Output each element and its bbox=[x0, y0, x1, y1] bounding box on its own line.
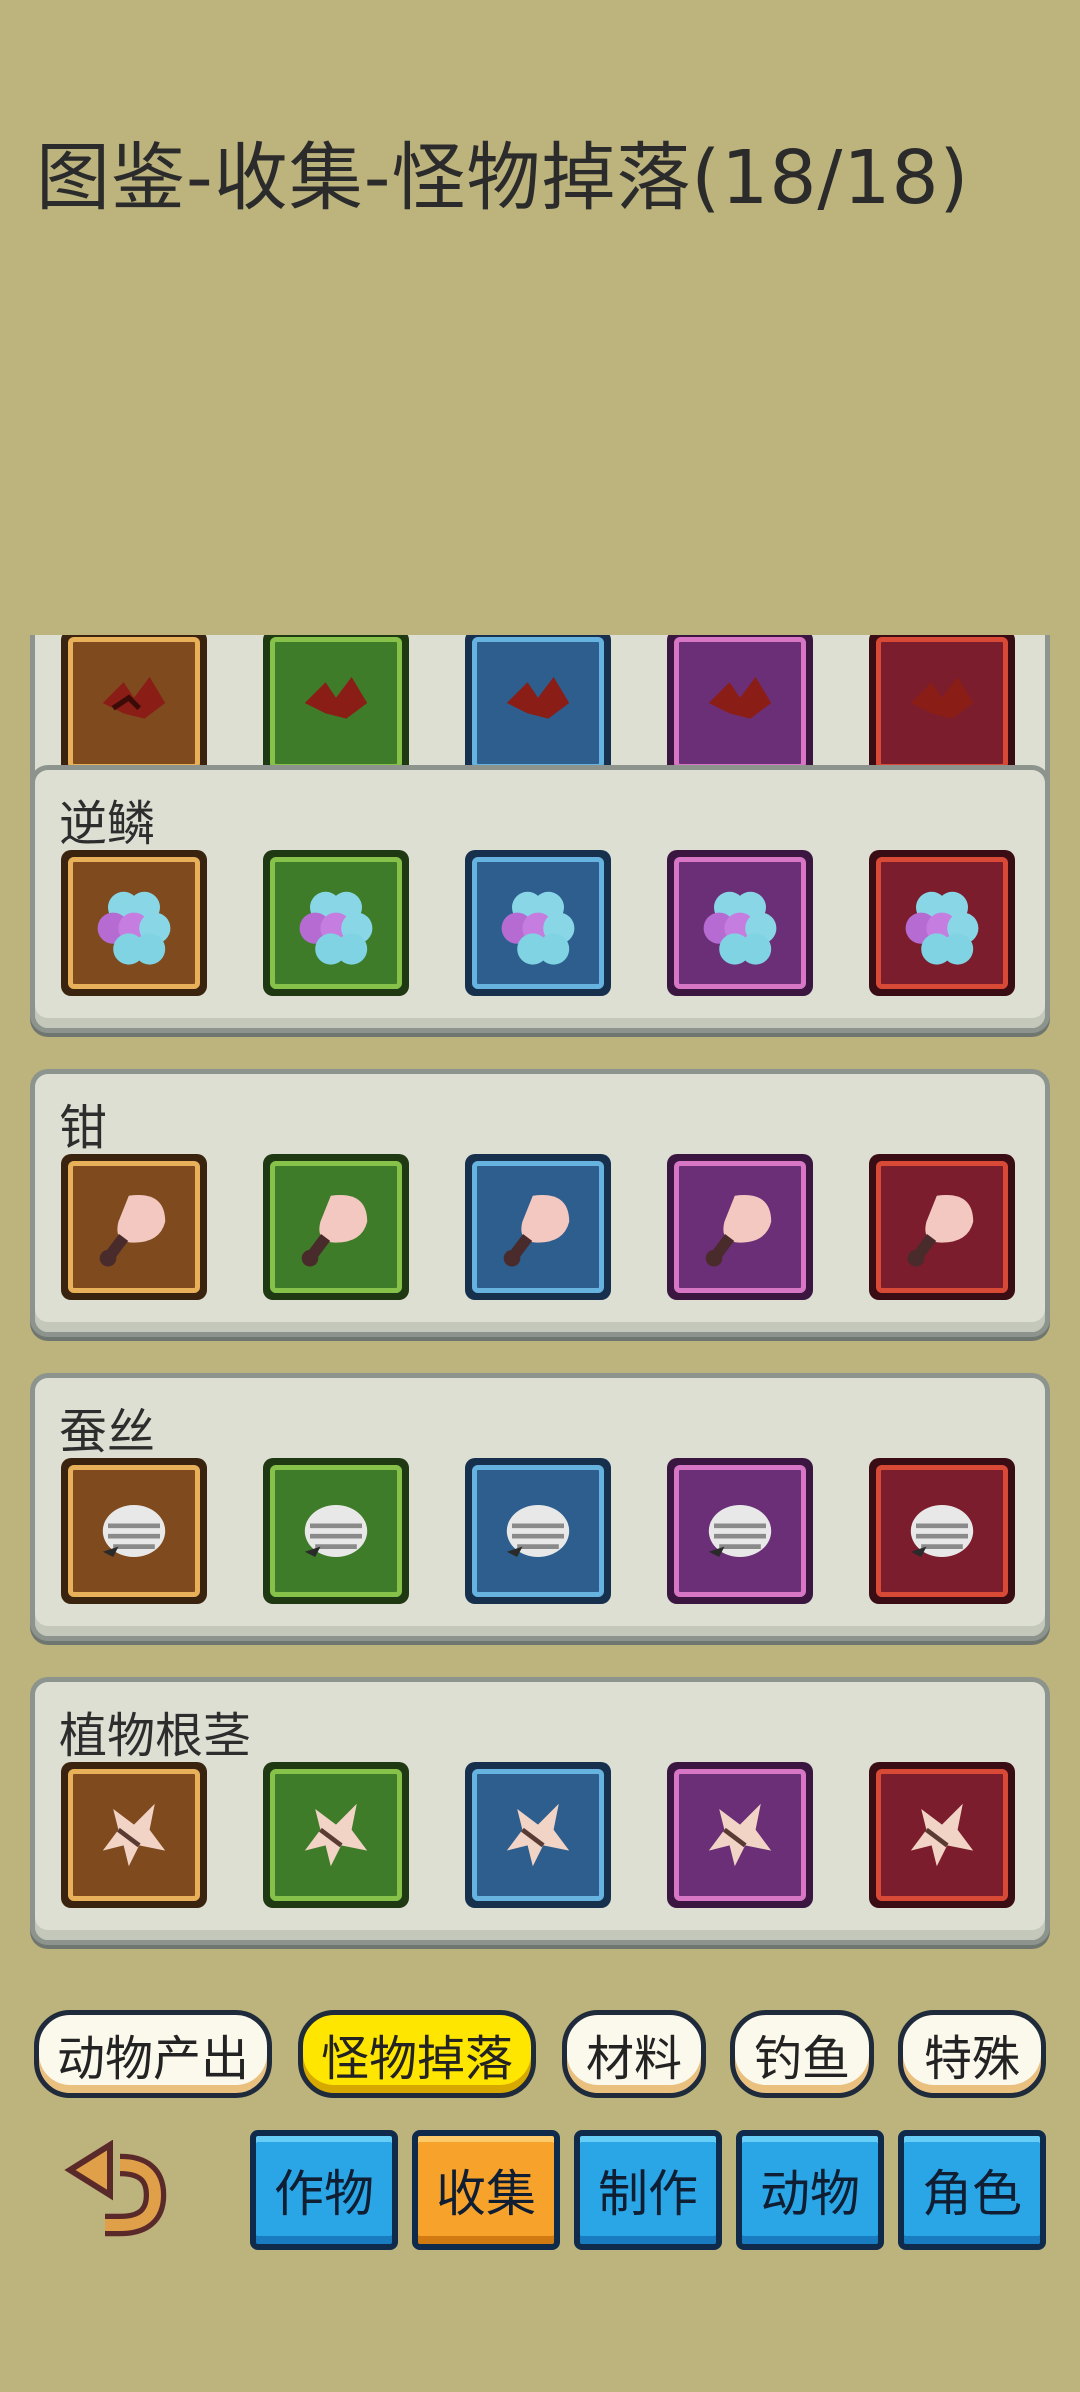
row-label: 钳 bbox=[59, 1100, 108, 1156]
item-slot-purple[interactable] bbox=[667, 635, 813, 776]
collection-row: 植物根茎 bbox=[30, 1677, 1050, 1945]
monster-drop-icon bbox=[68, 637, 200, 769]
nav-collection[interactable]: 收集 bbox=[412, 2130, 560, 2250]
root-icon bbox=[68, 1769, 200, 1901]
monster-drop-icon bbox=[876, 637, 1008, 769]
reverse-scale-icon bbox=[270, 857, 402, 989]
item-slot-blue[interactable] bbox=[465, 635, 611, 776]
item-slot-blue[interactable] bbox=[465, 1154, 611, 1300]
item-slot-red[interactable] bbox=[869, 635, 1015, 776]
item-slot-purple[interactable] bbox=[667, 1762, 813, 1908]
root-icon bbox=[674, 1769, 806, 1901]
nav-characters[interactable]: 角色 bbox=[898, 2130, 1046, 2250]
item-slot-green[interactable] bbox=[263, 850, 409, 996]
subtab-materials[interactable]: 材料 bbox=[562, 2010, 706, 2098]
silk-icon bbox=[68, 1465, 200, 1597]
item-slot-red[interactable] bbox=[869, 1458, 1015, 1604]
item-slot-bronze[interactable] bbox=[61, 1154, 207, 1300]
silk-icon bbox=[472, 1465, 604, 1597]
monster-drop-icon bbox=[674, 637, 806, 769]
collection-row: 逆鳞 bbox=[30, 765, 1050, 1033]
reverse-scale-icon bbox=[472, 857, 604, 989]
monster-drop-icon bbox=[270, 637, 402, 769]
item-slot-red[interactable] bbox=[869, 1762, 1015, 1908]
item-slot-bronze[interactable] bbox=[61, 1458, 207, 1604]
item-slot-purple[interactable] bbox=[667, 1458, 813, 1604]
root-icon bbox=[270, 1769, 402, 1901]
collection-row: 蚕丝 bbox=[30, 1373, 1050, 1641]
root-icon bbox=[472, 1769, 604, 1901]
silk-icon bbox=[674, 1465, 806, 1597]
item-slot-blue[interactable] bbox=[465, 1762, 611, 1908]
item-slot-blue[interactable] bbox=[465, 1458, 611, 1604]
reverse-scale-icon bbox=[674, 857, 806, 989]
item-slot-blue[interactable] bbox=[465, 850, 611, 996]
item-slot-green[interactable] bbox=[263, 1154, 409, 1300]
claw-icon bbox=[68, 1161, 200, 1293]
subtab-fishing[interactable]: 钓鱼 bbox=[730, 2010, 874, 2098]
silk-icon bbox=[876, 1465, 1008, 1597]
item-slot-bronze[interactable] bbox=[61, 635, 207, 776]
back-arrow-icon bbox=[64, 2139, 167, 2237]
root-icon bbox=[876, 1769, 1008, 1901]
item-slot-purple[interactable] bbox=[667, 850, 813, 996]
page-title: 图鉴-收集-怪物掉落(18/18) bbox=[36, 135, 970, 221]
monster-drop-icon bbox=[472, 637, 604, 769]
item-slot-bronze[interactable] bbox=[61, 1762, 207, 1908]
item-slot-red[interactable] bbox=[869, 1154, 1015, 1300]
nav-crops[interactable]: 作物 bbox=[250, 2130, 398, 2250]
item-slot-green[interactable] bbox=[263, 635, 409, 776]
row-label: 逆鳞 bbox=[59, 796, 156, 852]
row-label: 蚕丝 bbox=[59, 1404, 156, 1460]
nav-crafting[interactable]: 制作 bbox=[574, 2130, 722, 2250]
collection-list[interactable]: 逆鳞 钳 蚕丝 植物根茎 bbox=[0, 635, 1080, 1955]
reverse-scale-icon bbox=[876, 857, 1008, 989]
subtab-special[interactable]: 特殊 bbox=[898, 2010, 1046, 2098]
silk-icon bbox=[270, 1465, 402, 1597]
item-slot-red[interactable] bbox=[869, 850, 1015, 996]
collection-row: 钳 bbox=[30, 1069, 1050, 1337]
reverse-scale-icon bbox=[68, 857, 200, 989]
row-label: 植物根茎 bbox=[59, 1708, 252, 1764]
nav-animals[interactable]: 动物 bbox=[736, 2130, 884, 2250]
claw-icon bbox=[876, 1161, 1008, 1293]
subtab-monster-drops[interactable]: 怪物掉落 bbox=[298, 2010, 536, 2098]
item-slot-green[interactable] bbox=[263, 1762, 409, 1908]
item-slot-purple[interactable] bbox=[667, 1154, 813, 1300]
claw-icon bbox=[674, 1161, 806, 1293]
claw-icon bbox=[472, 1161, 604, 1293]
subtab-animal-products[interactable]: 动物产出 bbox=[34, 2010, 272, 2098]
back-button[interactable] bbox=[60, 2139, 170, 2240]
item-slot-bronze[interactable] bbox=[61, 850, 207, 996]
item-slot-green[interactable] bbox=[263, 1458, 409, 1604]
claw-icon bbox=[270, 1161, 402, 1293]
